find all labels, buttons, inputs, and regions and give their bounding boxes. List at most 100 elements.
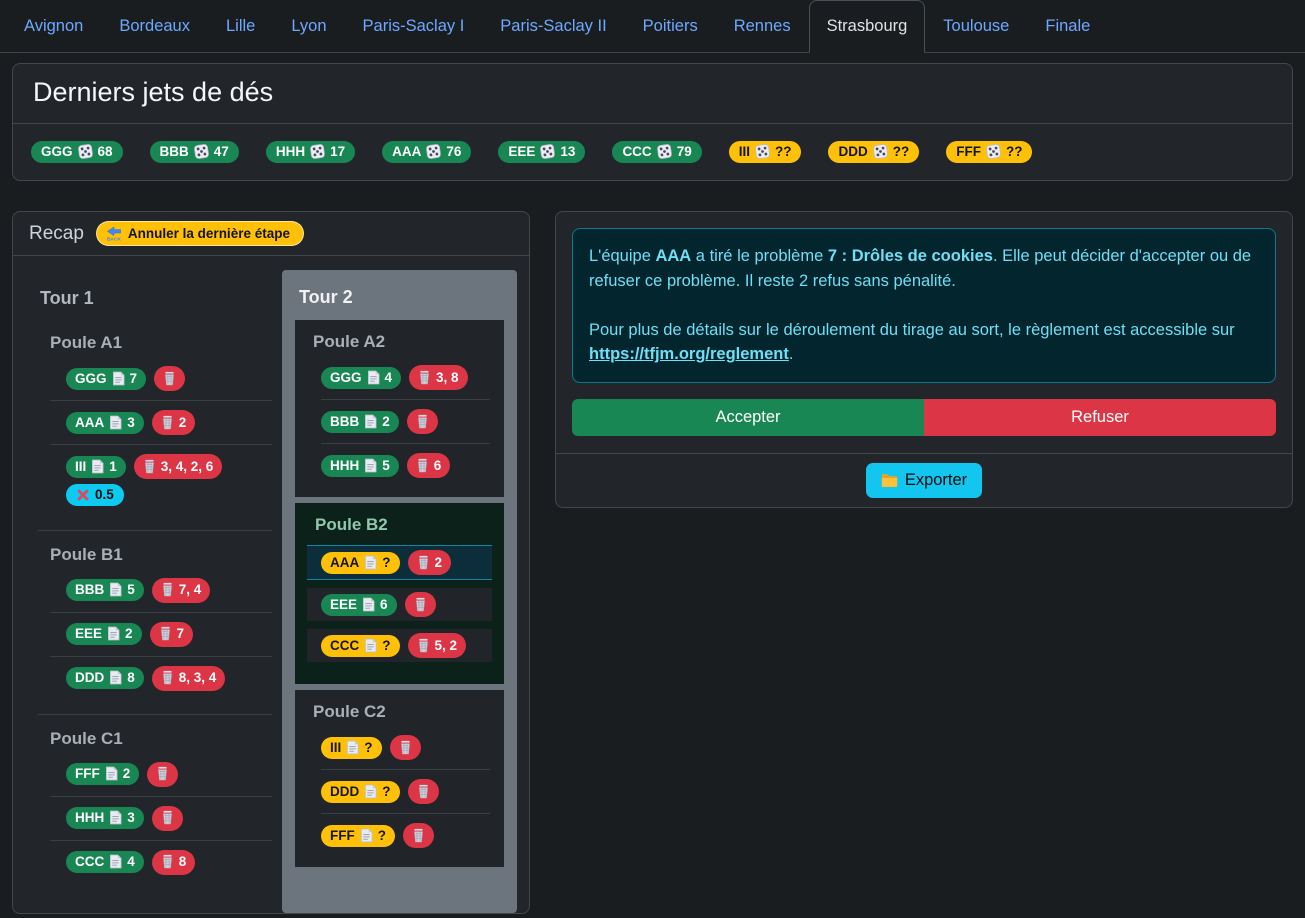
tab-paris-saclay-ii[interactable]: Paris-Saclay II	[482, 0, 624, 53]
tab-toulouse[interactable]: Toulouse	[925, 0, 1027, 53]
team-name: GGG	[75, 371, 107, 386]
wastebasket-icon	[159, 626, 172, 641]
tab-finale[interactable]: Finale	[1027, 0, 1108, 53]
rejections-badge	[390, 735, 421, 760]
refuse-button[interactable]: Refuser	[924, 399, 1276, 436]
accept-button[interactable]: Accepter	[572, 399, 924, 436]
rejections-badge	[154, 366, 185, 391]
wastebasket-icon	[417, 638, 430, 653]
roll-team: AAA	[392, 144, 421, 159]
rejections-values: 8	[179, 854, 187, 869]
roll-value: ??	[775, 144, 792, 159]
svg-text:BACK: BACK	[107, 236, 121, 241]
recap-title: Recap	[29, 223, 84, 245]
poule-rows: FFF2HHH3CCC48	[50, 753, 272, 884]
problem-number: ?	[382, 555, 390, 570]
problem-number: 1	[109, 459, 117, 474]
tab-paris-saclay-i[interactable]: Paris-Saclay I	[345, 0, 483, 53]
roll-team: FFF	[956, 144, 981, 159]
recap-card: Recap BACK Annuler la dernière étape Tou…	[12, 211, 530, 914]
team-row-fff: FFF?	[321, 813, 490, 857]
rejections-badge: 6	[407, 453, 451, 478]
team-badges: GGG7	[66, 366, 272, 391]
team-badges: DDD?	[321, 779, 490, 804]
team-problem-badge: FFF?	[321, 825, 395, 847]
dice-roll-badge-ccc: CCC79	[612, 141, 701, 163]
document-icon	[364, 638, 377, 653]
dice-icon	[986, 144, 1001, 159]
dice-roll-badge-iii: III??	[729, 141, 802, 163]
problem-number: 5	[127, 582, 135, 597]
problem-number: ?	[382, 638, 390, 653]
tab-poitiers[interactable]: Poitiers	[625, 0, 716, 53]
poule-rows: GGG43, 8BBB2HHH56	[295, 356, 504, 487]
tour-title: Tour 2	[299, 287, 504, 308]
team-problem-badge: FFF 2	[66, 763, 139, 785]
wastebasket-icon	[417, 784, 430, 799]
rejections-badge: 2	[152, 410, 196, 435]
team-problem-badge: CCC?	[321, 635, 400, 657]
team-badges: EEE27	[66, 622, 272, 647]
team-name: BBB	[330, 414, 359, 429]
dice-roll-badge-bbb: BBB47	[150, 141, 239, 163]
penalty-value: 0.5	[95, 487, 114, 502]
drawn-problem-name: 7 : Drôles de cookies	[828, 247, 993, 265]
poule-title: Poule B1	[50, 545, 272, 565]
team-problem-badge: EEE2	[66, 623, 142, 645]
draw-card: L'équipe AAA a tiré le problème 7 : Drôl…	[555, 211, 1293, 508]
rejections-badge	[405, 592, 436, 617]
roll-value: 47	[214, 144, 229, 159]
team-name: FFF	[75, 766, 100, 781]
dice-roll-badge-aaa: AAA76	[382, 141, 471, 163]
undo-last-step-button[interactable]: BACK Annuler la dernière étape	[96, 221, 304, 246]
wastebasket-icon	[412, 828, 425, 843]
roll-team: HHH	[276, 144, 305, 159]
team-row-ggg: GGG43, 8	[321, 356, 490, 399]
team-name: III	[330, 740, 341, 755]
tab-lyon[interactable]: Lyon	[273, 0, 344, 53]
roll-value: 68	[98, 144, 113, 159]
export-button[interactable]: Exporter	[866, 463, 982, 498]
problem-number: 2	[123, 766, 131, 781]
tab-rennes[interactable]: Rennes	[716, 0, 809, 53]
team-row-ddd: DDD?	[321, 769, 490, 813]
problem-number: 3	[127, 810, 135, 825]
document-icon	[91, 459, 104, 474]
team-problem-badge: GGG7	[66, 368, 146, 390]
team-name: GGG	[330, 370, 362, 385]
roll-value: ??	[893, 144, 910, 159]
undo-last-step-label: Annuler la dernière étape	[128, 226, 290, 241]
dice-icon	[540, 144, 555, 159]
dice-icon	[194, 144, 209, 159]
tab-avignon[interactable]: Avignon	[6, 0, 101, 53]
roll-value: ??	[1006, 144, 1023, 159]
team-problem-badge: III?	[321, 737, 382, 759]
tab-bordeaux[interactable]: Bordeaux	[101, 0, 208, 53]
roll-team: III	[739, 144, 750, 159]
tour-title: Tour 1	[40, 288, 272, 309]
poule-poule-a1: Poule A1GGG7AAA32III13, 4, 2, 60.5	[38, 333, 272, 531]
tab-lille[interactable]: Lille	[208, 0, 273, 53]
team-badges: III?	[321, 735, 490, 760]
document-icon	[109, 670, 122, 685]
wastebasket-icon	[161, 582, 174, 597]
wastebasket-icon	[399, 740, 412, 755]
roll-value: 79	[677, 144, 692, 159]
document-icon	[109, 810, 122, 825]
team-row-bbb: BBB57, 4	[50, 569, 272, 612]
team-badges: HHH56	[321, 453, 490, 478]
tab-strasbourg[interactable]: Strasbourg	[809, 0, 926, 53]
document-icon	[109, 582, 122, 597]
team-problem-badge: CCC4	[66, 851, 144, 873]
wastebasket-icon	[161, 810, 174, 825]
problem-number: 5	[382, 458, 390, 473]
poule-title: Poule B2	[315, 515, 492, 535]
poule-poule-c1: Poule C1FFF2HHH3CCC48	[38, 729, 272, 898]
rejections-badge	[403, 823, 434, 848]
team-badges: III13, 4, 2, 6	[66, 454, 272, 479]
reglement-link[interactable]: https://tfjm.org/reglement	[589, 345, 789, 363]
wastebasket-icon	[161, 415, 174, 430]
problem-number: 3	[127, 415, 135, 430]
rejections-badge: 7, 4	[152, 578, 211, 603]
dice-roll-badge-eee: EEE13	[498, 141, 585, 163]
